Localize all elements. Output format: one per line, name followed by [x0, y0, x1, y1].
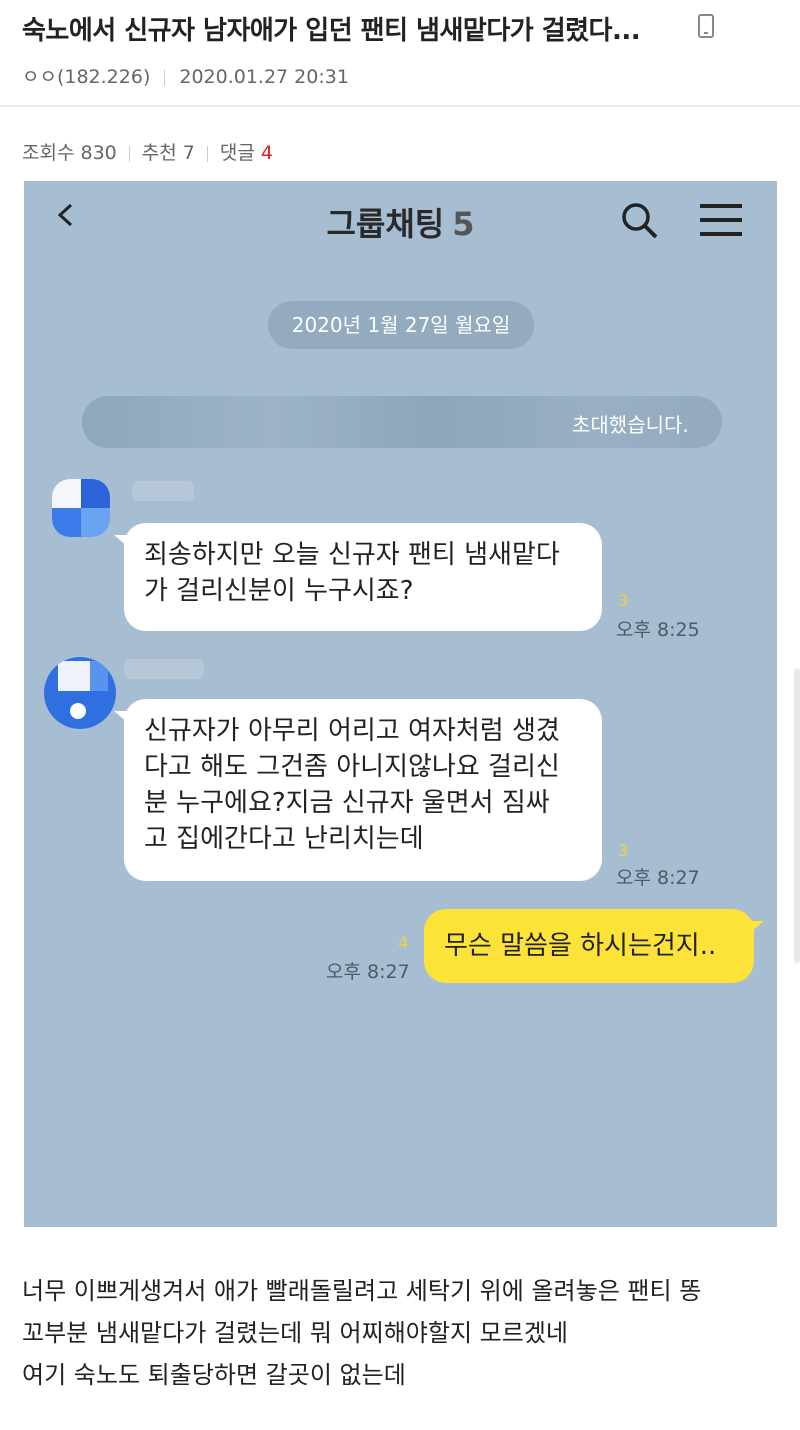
message-time: 오후 8:25 [616, 619, 700, 641]
blurred-sender-name [132, 481, 194, 501]
body-line: 너무 이쁘게생겨서 애가 빨래돌릴려고 세탁기 위에 올려놓은 팬티 똥 [22, 1277, 702, 1305]
sender-avatar [44, 657, 116, 729]
chat-screenshot: 그룹채팅 5 2020년 1월 27일 월요일 초대했습니다. 죄송하지만 오늘 … [24, 181, 777, 1227]
message-line: 무슨 말씀을 하시는건지.. [444, 931, 717, 961]
message-line: 죄송하지만 오늘 신규자 팬티 냄새맡다 [144, 540, 560, 570]
post-meta: ㅇㅇ(182.226) 2020.01.27 20:31 [22, 62, 349, 89]
post-date: 2020.01.27 20:31 [179, 66, 349, 88]
comment-label: 댓글 [219, 142, 255, 164]
sender-avatar [52, 479, 110, 537]
search-icon [622, 203, 658, 239]
body-line: 꼬부분 냄새맡다가 걸렸는데 뭐 어찌해야할지 모르겠네 [22, 1319, 568, 1347]
message-line: 가 걸리신분이 누구시죠? [144, 576, 414, 606]
recommend-count: 추천 7 [141, 142, 195, 164]
post-title: 숙노에서 신규자 남자애가 입던 팬티 냄새맡다가 걸렸다... [22, 16, 641, 46]
post-body: 너무 이쁘게생겨서 애가 빨래돌릴려고 세탁기 위에 올려놓은 팬티 똥 꼬부분… [22, 1270, 782, 1396]
invite-notice-text: 초대했습니다. [572, 413, 689, 437]
chat-room-name: 그룹채팅 [326, 205, 445, 243]
comment-link[interactable]: 댓글 4 [220, 142, 273, 164]
blurred-sender-name [124, 659, 204, 679]
message-bubble: 죄송하지만 오늘 신규자 팬티 냄새맡다 가 걸리신분이 누구시죠? [114, 523, 602, 631]
header-divider [0, 105, 800, 107]
message-bubble: 신규자가 아무리 어리고 여자처럼 생겼 다고 해도 그건좀 아니지않나요 걸리… [114, 699, 602, 881]
post-stats: 조회수 830 추천 7 댓글 4 [22, 138, 273, 165]
author-name[interactable]: ㅇㅇ(182.226) [22, 66, 150, 88]
scrollbar[interactable] [794, 668, 800, 963]
comment-count: 4 [260, 142, 273, 164]
stats-divider [206, 145, 208, 162]
unread-count: 3 [618, 841, 629, 860]
chat-member-count: 5 [452, 205, 475, 243]
body-line: 여기 숙노도 퇴출당하면 갈곳이 없는데 [22, 1361, 406, 1389]
message-time: 오후 8:27 [326, 961, 410, 983]
message-line: 분 누구에요?지금 신규자 울면서 짐싸 [144, 788, 550, 818]
view-count: 조회수 830 [22, 142, 117, 164]
hamburger-menu-icon [700, 204, 742, 236]
message-time: 오후 8:27 [616, 867, 700, 889]
meta-divider [164, 69, 166, 86]
message-line: 고 집에간다고 난리치는데 [144, 824, 424, 854]
date-divider: 2020년 1월 27일 월요일 [268, 301, 534, 349]
stats-divider [128, 145, 130, 162]
unread-count: 3 [618, 591, 629, 610]
unread-count: 4 [398, 933, 409, 952]
message-line: 신규자가 아무리 어리고 여자처럼 생겼 [144, 716, 560, 746]
mobile-icon [698, 14, 714, 38]
message-line: 다고 해도 그건좀 아니지않나요 걸리신 [144, 752, 560, 782]
chat-room-title: 그룹채팅 5 [24, 199, 777, 245]
my-message-bubble: 무슨 말씀을 하시는건지.. [424, 909, 764, 983]
